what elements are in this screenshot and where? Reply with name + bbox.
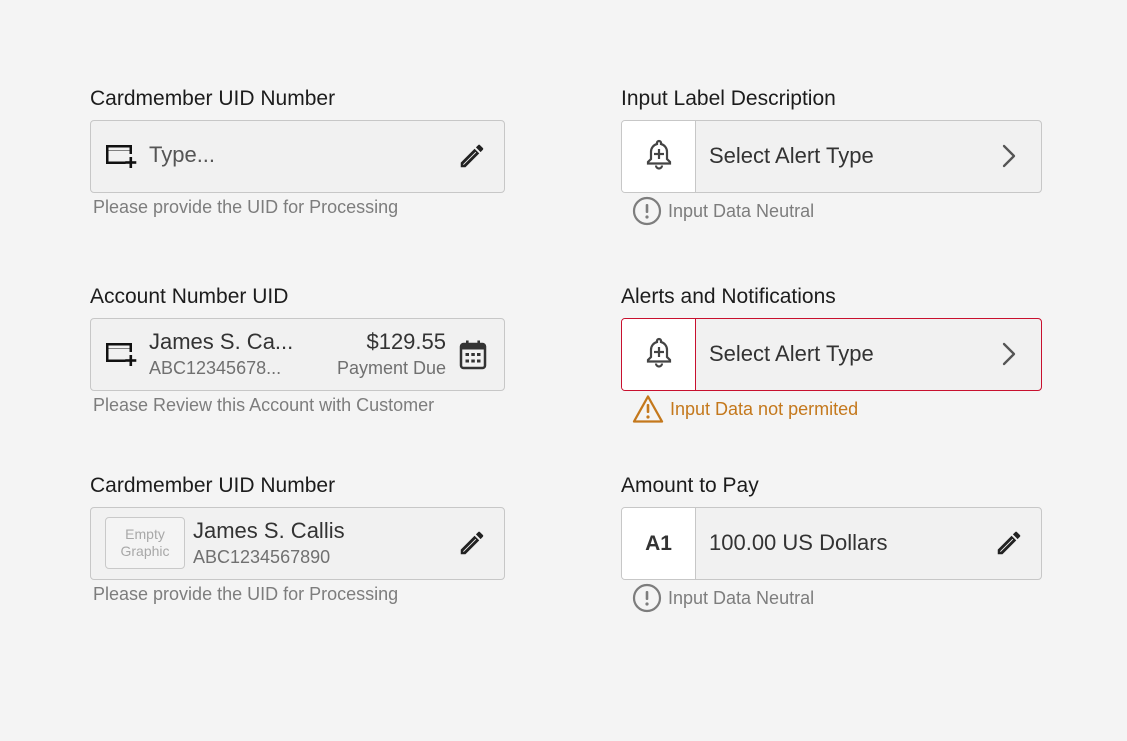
alert-type-select[interactable]: Select Alert Type: [621, 120, 1042, 193]
status-message: Input Data not permited: [632, 394, 858, 424]
cardmember-uid: ABC1234567890: [193, 547, 331, 567]
helper-text: Please Review this Account with Customer: [93, 395, 435, 415]
input-label-description-field: Input Label Description Select Alert Typ…: [621, 86, 1042, 226]
pencil-icon[interactable]: [457, 141, 487, 171]
chevron-right-icon[interactable]: [996, 339, 1022, 369]
card-plus-icon: [104, 339, 138, 369]
exclamation-circle-icon: [632, 196, 662, 226]
helper-text: Please provide the UID for Processing: [93, 197, 399, 217]
alert-type-value: Select Alert Type: [709, 143, 874, 168]
account-number-field: Account Number UID James S. Ca... ABC123…: [90, 284, 505, 424]
status-message: Input Data Neutral: [632, 196, 814, 226]
prefix-label: A1: [645, 531, 672, 555]
graphic-line-2: Graphic: [120, 543, 170, 559]
payment-due-caption: Payment Due: [336, 358, 446, 378]
cardmember-uid-input[interactable]: Type...: [90, 120, 505, 193]
pencil-icon[interactable]: [457, 528, 487, 558]
field-label: Account Number UID: [90, 285, 289, 308]
empty-graphic-placeholder: Empty Graphic: [105, 517, 185, 569]
exclamation-circle-icon: [632, 583, 662, 613]
amount-to-pay-field: Amount to Pay A1 100.00 US Dollars Input…: [621, 473, 1042, 613]
status-text: Input Data Neutral: [668, 588, 815, 608]
alerts-select-error[interactable]: Select Alert Type: [621, 318, 1042, 391]
bell-plus-icon: [645, 336, 673, 373]
alerts-notifications-field: Alerts and Notifications Select Alert Ty…: [621, 284, 1042, 434]
cardmember-uid-field: Cardmember UID Number Type... Please pro…: [90, 86, 505, 226]
status-message: Input Data Neutral: [632, 583, 814, 613]
pencil-icon[interactable]: [994, 528, 1024, 558]
account-holder-name: James S. Ca...: [149, 329, 294, 354]
card-plus-icon: [104, 141, 138, 171]
field-label: Cardmember UID Number: [90, 87, 336, 110]
cardmember-uid-input-2[interactable]: Empty Graphic James S. Callis ABC1234567…: [90, 507, 505, 580]
amount-prefix: A1: [622, 508, 696, 579]
helper-text: Please provide the UID for Processing: [93, 584, 399, 604]
warning-triangle-icon: [632, 394, 664, 424]
bell-plus-icon: [645, 138, 673, 175]
account-number-input[interactable]: James S. Ca... ABC12345678... $129.55 Pa…: [90, 318, 505, 391]
calendar-icon[interactable]: [458, 339, 488, 371]
uid-placeholder: Type...: [149, 142, 216, 167]
chevron-right-icon[interactable]: [996, 141, 1022, 171]
alert-type-value: Select Alert Type: [709, 341, 874, 366]
amount-value: 100.00 US Dollars: [709, 530, 888, 555]
payment-amount: $129.55: [366, 329, 446, 354]
bell-plus-prefix: [622, 319, 696, 390]
status-text: Input Data Neutral: [668, 201, 815, 221]
field-label: Amount to Pay: [621, 474, 759, 497]
bell-plus-prefix: [622, 121, 696, 192]
account-number: ABC12345678...: [149, 358, 282, 378]
cardmember-uid-field-2: Cardmember UID Number Empty Graphic Jame…: [90, 473, 505, 613]
graphic-line-1: Empty: [125, 526, 165, 542]
cardmember-name: James S. Callis: [193, 518, 345, 543]
amount-input[interactable]: A1 100.00 US Dollars: [621, 507, 1042, 580]
field-label: Cardmember UID Number: [90, 474, 336, 497]
field-label: Alerts and Notifications: [621, 285, 836, 308]
status-text: Input Data not permited: [670, 399, 859, 419]
field-label: Input Label Description: [621, 87, 836, 110]
